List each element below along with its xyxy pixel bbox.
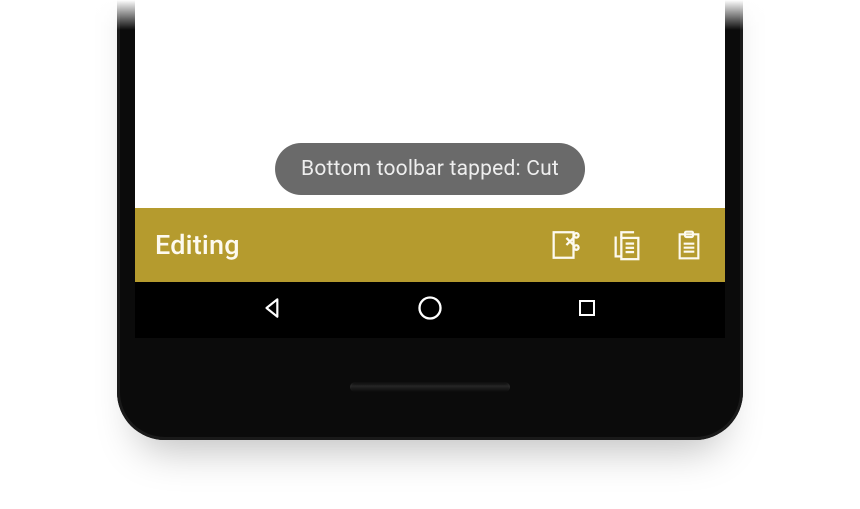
stage: Bottom toolbar tapped: Cut Editing xyxy=(0,0,860,509)
phone-body: Bottom toolbar tapped: Cut Editing xyxy=(117,0,743,440)
nav-recents-button[interactable] xyxy=(547,282,627,338)
cut-button[interactable] xyxy=(547,227,583,263)
recents-icon xyxy=(575,296,599,324)
back-icon xyxy=(260,295,286,325)
nav-home-button[interactable] xyxy=(390,282,470,338)
copy-button[interactable] xyxy=(609,227,645,263)
home-icon xyxy=(416,294,444,326)
copy-icon xyxy=(610,228,644,262)
paste-button[interactable] xyxy=(671,227,707,263)
cut-icon xyxy=(548,228,582,262)
paste-icon xyxy=(673,228,705,262)
toast: Bottom toolbar tapped: Cut xyxy=(275,143,585,195)
toast-text: Bottom toolbar tapped: Cut xyxy=(301,157,559,181)
editing-toolbar: Editing xyxy=(135,208,725,282)
nav-back-button[interactable] xyxy=(233,282,313,338)
phone-speaker xyxy=(350,382,510,392)
app-content: Bottom toolbar tapped: Cut xyxy=(135,0,725,208)
phone-screen: Bottom toolbar tapped: Cut Editing xyxy=(135,0,725,338)
toolbar-title: Editing xyxy=(155,229,547,261)
toolbar-actions xyxy=(547,227,713,263)
android-nav-bar xyxy=(135,282,725,338)
